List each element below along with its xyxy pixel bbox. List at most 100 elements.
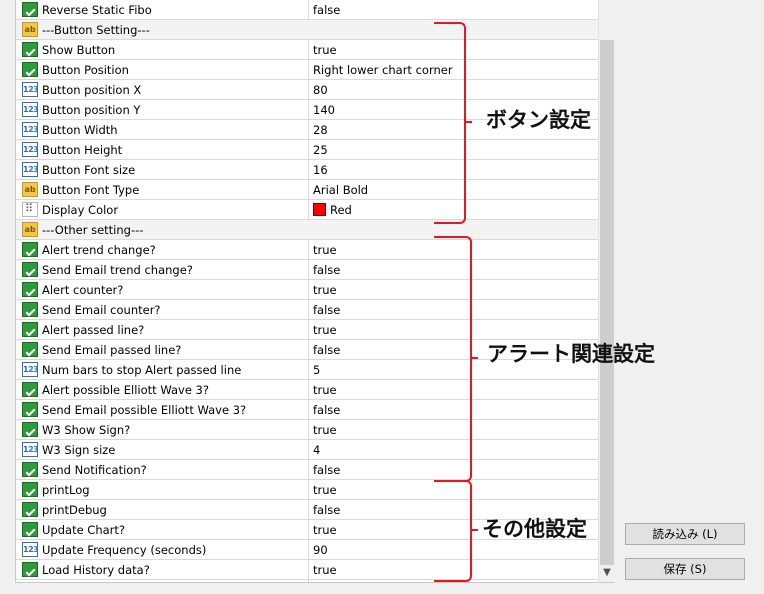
property-row[interactable]: 123 Button Font size 16 (16, 160, 599, 180)
property-value[interactable]: true (313, 283, 337, 297)
property-name: Update Chart? (42, 523, 126, 537)
property-row[interactable]: Alert trend change? true (16, 240, 599, 260)
bool-param-icon (22, 422, 38, 437)
property-name: Load History data? (42, 563, 150, 577)
property-value[interactable]: false (313, 263, 340, 277)
bool-param-icon (22, 502, 38, 517)
property-row[interactable]: Send Email trend change? false (16, 260, 599, 280)
bool-param-icon (22, 522, 38, 537)
property-name: W3 Show Sign? (42, 423, 131, 437)
property-row[interactable]: Reverse Static Fibo false (16, 0, 599, 20)
property-name: Reverse Static Fibo (42, 3, 152, 17)
property-value[interactable]: 140 (313, 103, 335, 117)
property-name: Button position Y (42, 103, 141, 117)
property-row[interactable]: 123 Button position X 80 (16, 80, 599, 100)
property-row[interactable]: Send Email possible Elliott Wave 3? false (16, 400, 599, 420)
property-value[interactable]: Arial Bold (313, 183, 368, 197)
alert-settings-bracket (434, 236, 478, 482)
numeric-param-icon: 123 (22, 142, 39, 157)
property-row[interactable]: Load History data? true (16, 560, 599, 580)
property-value[interactable]: false (313, 343, 340, 357)
bool-param-icon (22, 302, 38, 317)
property-value[interactable]: 16 (313, 163, 328, 177)
property-row[interactable]: 123 Button Height 25 (16, 140, 599, 160)
property-row[interactable]: Alert possible Elliott Wave 3? true (16, 380, 599, 400)
bool-param-icon (22, 42, 38, 57)
property-value[interactable]: true (313, 383, 337, 397)
property-row[interactable]: Alert counter? true (16, 280, 599, 300)
property-row[interactable]: Button Position Right lower chart corner (16, 60, 599, 80)
property-value[interactable]: 5 (313, 363, 320, 377)
property-row[interactable]: W3 Show Sign? true (16, 420, 599, 440)
property-value[interactable]: true (313, 423, 337, 437)
numeric-param-icon: 123 (22, 542, 39, 557)
property-name: Num bars to stop Alert passed line (42, 363, 242, 377)
color-swatch (313, 203, 326, 216)
bool-param-icon (22, 462, 38, 477)
load-button[interactable]: 読み込み (L) (625, 523, 745, 545)
property-value[interactable]: false (313, 463, 340, 477)
property-name: W3 Sign size (42, 443, 116, 457)
property-value[interactable]: false (313, 403, 340, 417)
property-value[interactable]: true (313, 43, 337, 57)
property-row[interactable]: Show Button true (16, 40, 599, 60)
property-value[interactable]: false (313, 3, 340, 17)
section-header-row[interactable]: ab ---Button Setting--- (16, 20, 599, 40)
scrollbar-thumb[interactable] (600, 40, 614, 565)
property-name: ---Button Setting--- (42, 23, 150, 37)
property-value[interactable]: Right lower chart corner (313, 63, 453, 77)
property-value[interactable]: 25 (313, 143, 328, 157)
property-row[interactable]: 123 W3 Sign size 4 (16, 440, 599, 460)
property-row[interactable]: Send Notification? false (16, 460, 599, 480)
property-name: Button Font size (42, 163, 136, 177)
save-button[interactable]: 保存 (S) (625, 558, 745, 580)
vertical-scrollbar[interactable]: ▼ (598, 0, 615, 583)
scroll-down-icon[interactable]: ▼ (601, 567, 613, 579)
color-param-icon (22, 202, 38, 217)
property-value[interactable]: 80 (313, 83, 328, 97)
property-value[interactable]: true (313, 243, 337, 257)
property-name: Alert possible Elliott Wave 3? (42, 383, 209, 397)
property-name: Button Height (42, 143, 123, 157)
numeric-param-icon: 123 (22, 162, 39, 177)
property-value[interactable]: true (313, 323, 337, 337)
color-value-label: Red (330, 203, 352, 217)
annotation-button-settings: ボタン設定 (486, 108, 591, 132)
property-name: Alert passed line? (42, 323, 145, 337)
bool-param-icon (22, 262, 38, 277)
bool-param-icon (22, 482, 38, 497)
property-value[interactable]: true (313, 563, 337, 577)
bool-param-icon (22, 2, 38, 17)
property-value[interactable]: 90 (313, 543, 328, 557)
property-name: Send Email possible Elliott Wave 3? (42, 403, 247, 417)
property-name: Update Frequency (seconds) (42, 543, 207, 557)
bool-param-icon (22, 342, 38, 357)
property-name: Send Email trend change? (42, 263, 193, 277)
properties-grid: Reverse Static Fibo false ab ---Button Sett… (15, 0, 599, 583)
section-header-row[interactable]: ab ---Other setting--- (16, 220, 599, 240)
property-name: printDebug (42, 503, 107, 517)
property-name: Button position X (42, 83, 142, 97)
property-row[interactable]: printLog true (16, 480, 599, 500)
bool-param-icon (22, 282, 38, 297)
annotation-other-settings: その他設定 (482, 517, 587, 541)
property-value[interactable]: false (313, 303, 340, 317)
property-name: Alert counter? (42, 283, 124, 297)
property-row[interactable]: Alert passed line? true (16, 320, 599, 340)
property-row[interactable]: 123 Update Frequency (seconds) 90 (16, 540, 599, 560)
numeric-param-icon: 123 (22, 102, 39, 117)
property-value[interactable]: 4 (313, 443, 320, 457)
string-param-icon: ab (22, 22, 38, 37)
numeric-param-icon: 123 (22, 122, 39, 137)
bool-param-icon (22, 322, 38, 337)
property-value[interactable]: true (313, 483, 337, 497)
property-name: Display Color (42, 203, 119, 217)
numeric-param-icon: 123 (22, 82, 39, 97)
property-value[interactable]: true (313, 523, 337, 537)
property-value[interactable]: false (313, 503, 340, 517)
property-value[interactable]: 28 (313, 123, 328, 137)
property-row[interactable]: ab Button Font Type Arial Bold (16, 180, 599, 200)
property-value[interactable]: Red (313, 203, 352, 217)
property-row[interactable]: Send Email counter? false (16, 300, 599, 320)
property-row[interactable]: Display Color Red (16, 200, 599, 220)
